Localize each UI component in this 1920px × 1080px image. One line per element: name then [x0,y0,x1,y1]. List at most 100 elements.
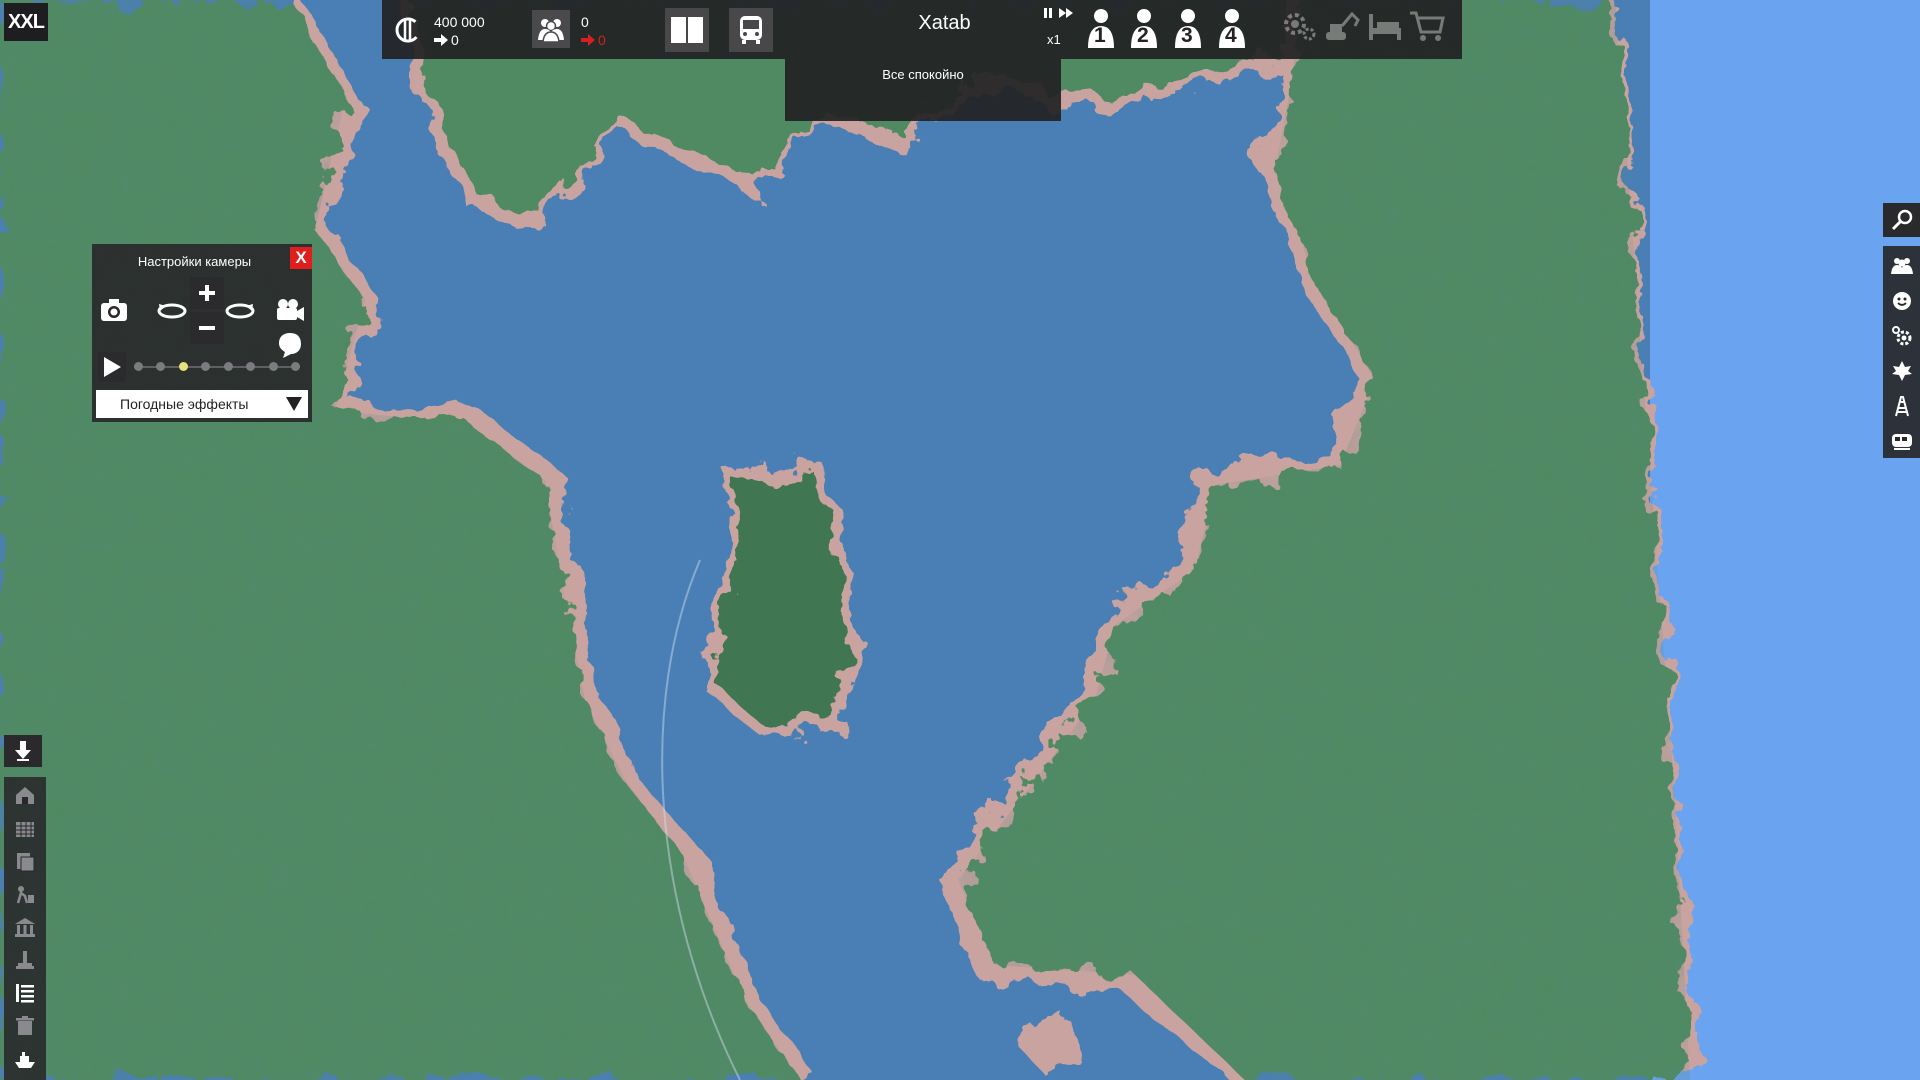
slot-4-button[interactable]: 4 [1213,6,1251,50]
play-icon [104,357,121,377]
government-icon [15,917,35,937]
residential-icon [16,786,34,804]
terrain-map[interactable] [0,0,1920,1080]
tower-button[interactable] [1883,388,1920,423]
slot-2-label: 2 [1137,24,1149,47]
top-bar: 400 000 0 0 0 Xatab x1 1 2 3 4 [382,0,1462,59]
leaf-icon [1891,360,1912,381]
government-button[interactable] [6,910,44,943]
industry-button[interactable] [6,811,44,844]
slot-2-button[interactable]: 2 [1125,6,1163,50]
industry-icon [16,821,34,837]
ship-button[interactable] [6,1042,44,1075]
population-change: 0 [581,32,606,48]
trash-icon [16,1015,34,1035]
pause-icon[interactable] [1042,6,1054,24]
trash-button[interactable] [6,1009,44,1042]
leaf-button[interactable] [1883,353,1920,388]
slot-3-button[interactable]: 3 [1169,6,1207,50]
settings-gear-icon[interactable] [1279,6,1319,46]
camera-icon [101,299,127,321]
excavator-icon[interactable] [1322,6,1362,46]
slot-1-label: 1 [1094,24,1106,47]
right-info-toolbar [1883,246,1920,458]
rotate-right-icon [225,303,255,319]
population-value: 0 [581,14,589,30]
camera-panel-title: Настройки камеры [137,254,252,269]
transport-button[interactable] [729,8,773,52]
play-button[interactable] [98,352,126,382]
speed-step-dot[interactable] [178,362,188,371]
office-button[interactable] [6,844,44,877]
minus-icon [199,326,215,330]
slot-1-button[interactable]: 1 [1082,6,1120,50]
settings-button[interactable] [1883,318,1920,353]
happiness-button[interactable] [1883,283,1920,318]
train-button[interactable] [1883,423,1920,458]
settings-icon [1891,325,1911,345]
close-button[interactable]: X [290,247,312,269]
screenshot-button[interactable] [96,292,132,328]
status-notification: Все спокойно [785,59,1061,121]
speed-step-dot[interactable] [156,362,166,371]
plus-icon [199,285,215,301]
fast-forward-icon[interactable] [1059,6,1073,24]
arrow-right-icon [581,34,595,46]
weather-effects-dropdown[interactable]: Погодные эффекты [96,390,308,418]
list-button[interactable] [6,976,44,1009]
rotate-left-icon [157,303,187,319]
happiness-icon [1892,291,1911,310]
game-logo[interactable]: XXL [4,3,48,41]
speed-step-dot[interactable] [134,362,143,371]
speed-step-dot[interactable] [268,362,278,371]
citizens-icon [1890,257,1913,274]
split-view-icon [671,17,703,43]
slot-3-label: 3 [1181,24,1193,47]
collapse-toolbar-button[interactable] [4,735,42,767]
search-button[interactable] [1883,203,1920,237]
left-build-toolbar [4,777,46,1080]
population-icon[interactable] [532,10,570,48]
arrow-right-icon [434,34,448,46]
arrow-down-icon [15,741,31,761]
rotate-left-button[interactable] [154,292,190,328]
speed-step-dot[interactable] [223,362,233,371]
speech-bubble-icon [279,333,301,358]
office-icon [17,852,35,871]
camera-settings-panel: Настройки камеры X Погодные эффекты [92,244,312,422]
slot-4-label: 4 [1225,24,1237,47]
game-speed: x1 [1047,32,1061,47]
roads-icon [16,885,34,903]
speed-step-dot[interactable] [246,362,256,371]
search-icon [1891,209,1912,231]
split-view-button[interactable] [665,8,709,52]
video-record-button[interactable] [272,292,308,328]
bus-icon [740,16,762,44]
roads-button[interactable] [6,877,44,910]
tower-icon [1894,395,1909,416]
video-camera-icon [277,299,304,321]
speech-bubble-button[interactable] [272,328,308,362]
train-icon [1891,433,1912,450]
monument-icon [16,950,34,969]
camera-speed-slider[interactable] [134,362,300,371]
monument-button[interactable] [6,943,44,976]
zoom-out-button[interactable] [190,312,224,344]
rotate-right-button[interactable] [222,292,258,328]
speed-step-dot[interactable] [291,362,300,371]
ship-icon [15,1051,35,1068]
currency-icon [392,14,424,46]
population-change-value: 0 [598,32,606,48]
money-change: 0 [434,32,459,48]
shop-cart-icon[interactable] [1407,6,1447,46]
money-change-value: 0 [451,32,459,48]
status-text: Все спокойно [882,67,964,82]
weather-effects-label: Погодные эффекты [120,396,249,412]
money-value: 400 000 [434,14,485,30]
hotel-bed-icon[interactable] [1365,6,1405,46]
speed-step-dot[interactable] [201,362,211,371]
zoom-in-button[interactable] [190,277,224,309]
dropdown-arrow-icon [286,397,302,411]
citizens-button[interactable] [1883,248,1920,283]
residential-button[interactable] [6,778,44,811]
